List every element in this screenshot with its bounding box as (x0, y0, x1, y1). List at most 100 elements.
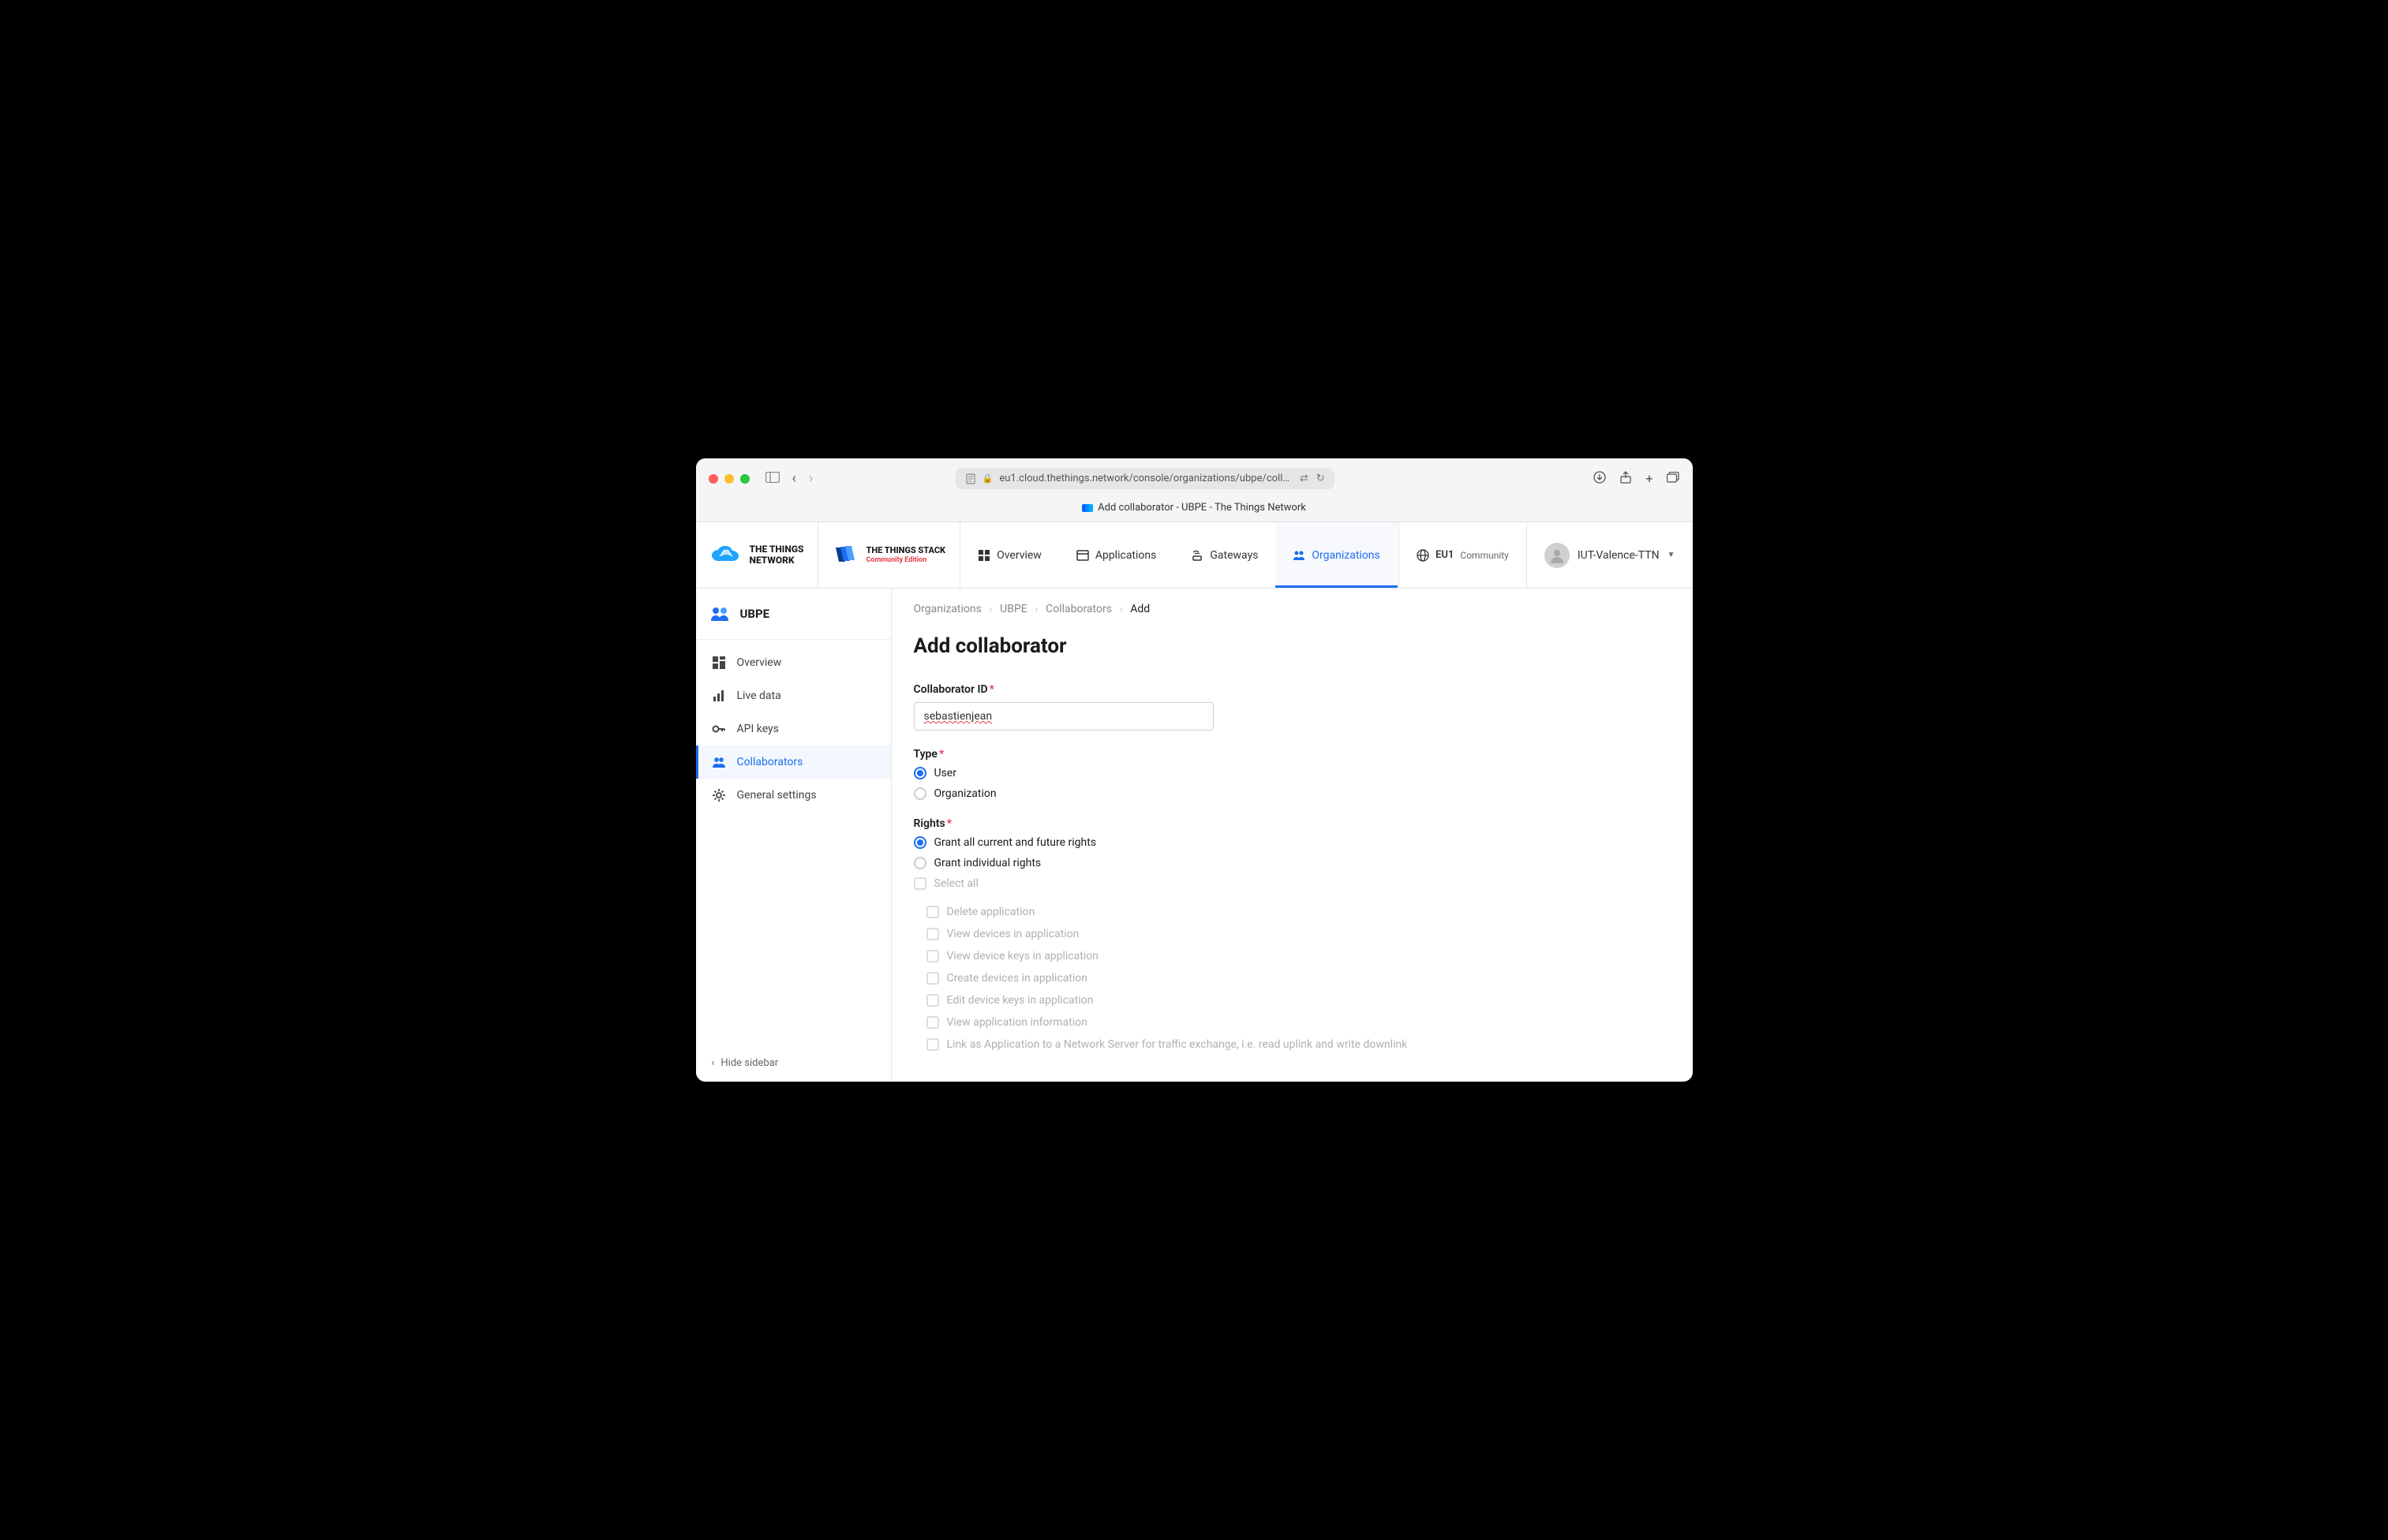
nav-overview[interactable]: Overview (960, 522, 1059, 588)
stack-line2: Community Edition (866, 556, 945, 564)
collaborator-id-label: Collaborator ID* (914, 683, 1671, 696)
right-label: Link as Application to a Network Server … (947, 1038, 1408, 1051)
breadcrumb-collaborators[interactable]: Collaborators (1046, 603, 1112, 615)
stack-line1: THE THINGS STACK (866, 546, 945, 555)
right-label: Edit device keys in application (947, 994, 1094, 1007)
breadcrumb-organizations[interactable]: Organizations (914, 603, 982, 615)
org-icon (710, 606, 731, 622)
content: Organizations › UBPE › Collaborators › A… (892, 589, 1693, 1082)
chevron-right-icon: › (1120, 604, 1122, 615)
nav-overview-label: Overview (997, 549, 1042, 562)
reload-icon[interactable]: ↻ (1316, 473, 1325, 484)
forward-button[interactable]: › (809, 470, 813, 487)
radio-icon (914, 857, 926, 869)
sidebar-item-general-settings[interactable]: General settings (696, 779, 891, 812)
gear-icon (712, 788, 726, 802)
sidebar-item-collaborators[interactable]: Collaborators (696, 746, 891, 779)
network-logo[interactable]: THE THINGS NETWORK (696, 522, 819, 588)
radio-icon (914, 787, 926, 800)
browser-window: ‹ › 🔒 eu1.cloud.thethings.network/consol… (696, 458, 1693, 1082)
right-label: Create devices in application (947, 972, 1088, 985)
cluster-selector[interactable]: EU1 Community (1398, 522, 1526, 588)
back-button[interactable]: ‹ (792, 470, 796, 487)
hide-sidebar-button[interactable]: ‹ Hide sidebar (696, 1044, 891, 1082)
browser-chrome: ‹ › 🔒 eu1.cloud.thethings.network/consol… (696, 458, 1693, 522)
sidebar-item-api-keys[interactable]: API keys (696, 712, 891, 746)
nav-organizations[interactable]: Organizations (1275, 522, 1397, 588)
lock-icon: 🔒 (983, 473, 994, 484)
browser-toolbar: ‹ › 🔒 eu1.cloud.thethings.network/consol… (696, 458, 1693, 499)
main: UBPE Overview Live data API keys (696, 589, 1693, 1082)
sidebar-live-data-label: Live data (737, 690, 781, 702)
sidebar-overview-label: Overview (737, 656, 782, 669)
nav-applications[interactable]: Applications (1059, 522, 1174, 588)
right-item: Edit device keys in application (926, 994, 1671, 1007)
collaborator-id-group: Collaborator ID* sebastienjean (914, 683, 1671, 731)
breadcrumb-org[interactable]: UBPE (1000, 603, 1027, 615)
sidebar-general-settings-label: General settings (737, 789, 817, 802)
rights-list: Delete application View devices in appli… (926, 906, 1671, 1051)
collaborator-id-input[interactable]: sebastienjean (914, 702, 1214, 731)
downloads-icon[interactable] (1593, 471, 1606, 487)
rights-all-label: Grant all current and future rights (934, 836, 1097, 849)
chevron-left-icon: ‹ (712, 1057, 715, 1069)
app: THE THINGS NETWORK THE THINGS STACK Comm… (696, 522, 1693, 1082)
top-nav: THE THINGS NETWORK THE THINGS STACK Comm… (696, 522, 1693, 589)
collaborator-id-value: sebastienjean (924, 710, 993, 723)
logo-line1: THE THINGS (750, 544, 804, 555)
type-user-radio[interactable]: User (914, 767, 1671, 779)
dashboard-icon (712, 656, 726, 670)
checkbox-icon (926, 972, 939, 985)
sidebar-item-live-data[interactable]: Live data (696, 679, 891, 712)
user-menu[interactable]: IUT-Valence-TTN ▼ (1526, 522, 1693, 588)
tabs-icon[interactable] (1667, 471, 1679, 487)
select-all-label: Select all (934, 877, 979, 890)
sidebar-org-header[interactable]: UBPE (696, 589, 891, 640)
maximize-window-button[interactable] (740, 474, 750, 484)
checkbox-icon (926, 1038, 939, 1051)
select-all-checkbox: Select all (914, 877, 1671, 890)
avatar-icon (1544, 543, 1570, 568)
nav-organizations-label: Organizations (1312, 549, 1379, 562)
new-tab-icon[interactable]: + (1645, 471, 1653, 487)
type-group: Type* User Organization (914, 748, 1671, 800)
rights-all-radio[interactable]: Grant all current and future rights (914, 836, 1671, 849)
people-icon (1293, 549, 1305, 562)
sidebar-item-overview[interactable]: Overview (696, 646, 891, 679)
page-title: Add collaborator (914, 634, 1671, 658)
checkbox-icon (926, 950, 939, 962)
sidebar-toggle-icon[interactable] (765, 471, 780, 486)
reader-icon (965, 473, 976, 484)
right-item: View device keys in application (926, 950, 1671, 962)
rights-label: Rights* (914, 817, 1671, 830)
type-user-label: User (934, 767, 956, 779)
type-organization-radio[interactable]: Organization (914, 787, 1671, 800)
cloud-icon (710, 545, 742, 566)
stack-logo[interactable]: THE THINGS STACK Community Edition (818, 522, 960, 588)
people-icon (712, 755, 726, 769)
right-item: Link as Application to a Network Server … (926, 1038, 1671, 1051)
breadcrumb-add: Add (1130, 603, 1150, 615)
globe-icon (1417, 549, 1429, 562)
url-bar[interactable]: 🔒 eu1.cloud.thethings.network/console/or… (956, 468, 1334, 489)
nav-gateways[interactable]: Gateways (1173, 522, 1275, 588)
stack-icon (833, 544, 858, 566)
chevron-right-icon: › (990, 604, 992, 615)
gateway-icon (1191, 549, 1203, 562)
checkbox-icon (926, 994, 939, 1007)
checkbox-icon (914, 877, 926, 890)
chevron-right-icon: › (1035, 604, 1038, 615)
checkbox-icon (926, 928, 939, 940)
share-icon[interactable] (1620, 471, 1631, 487)
close-window-button[interactable] (709, 474, 718, 484)
nav-gateways-label: Gateways (1210, 549, 1258, 562)
user-name: IUT-Valence-TTN (1578, 549, 1660, 562)
rights-individual-radio[interactable]: Grant individual rights (914, 857, 1671, 869)
chart-icon (712, 689, 726, 703)
right-label: View device keys in application (947, 950, 1099, 962)
translate-icon[interactable]: ⇄ (1300, 473, 1308, 484)
sidebar-api-keys-label: API keys (737, 723, 779, 735)
cluster-name: EU1 (1435, 549, 1454, 561)
minimize-window-button[interactable] (724, 474, 734, 484)
breadcrumb: Organizations › UBPE › Collaborators › A… (914, 603, 1671, 615)
